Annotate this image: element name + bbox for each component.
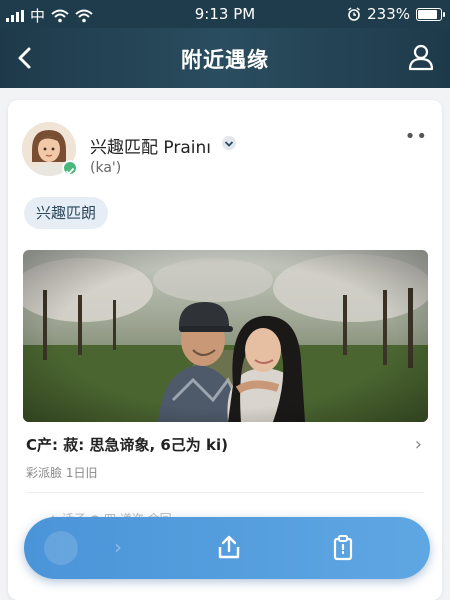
post-caption: C产: 菽: 思急谛象, 6己为 ki) [26,436,229,454]
interest-tag[interactable]: 兴趣匹朗 [24,197,109,229]
author-subtitle: (ka') [90,160,122,176]
alarm-icon [348,7,361,21]
nav-bar: 附近遇缘 [0,28,450,88]
chevron-right-icon-faded: › [114,535,122,559]
post-meta: 彩派臉 1日旧 [26,466,98,480]
battery-icon [416,7,445,21]
divider [26,492,424,493]
bottom-action-dock: › [24,517,430,579]
chevron-right-icon[interactable]: › [415,434,422,455]
dock-placeholder-circle [44,531,78,565]
author-name[interactable]: 兴趣匹配 Prainı [90,133,211,158]
page-title: 附近遇缘 [181,48,269,72]
status-right: 233% [347,5,445,23]
verified-badge [62,160,78,176]
share-icon[interactable] [214,533,244,563]
post-photo[interactable] [23,250,428,422]
battery-percent: 233% [367,5,410,23]
check-icon [65,167,75,175]
verify-icon [222,136,236,150]
clipboard-icon[interactable] [328,533,358,563]
more-options-icon[interactable]: •• [405,126,428,147]
status-bar: 中 9:13 PM 233% [0,0,450,28]
user-icon[interactable] [406,42,436,72]
